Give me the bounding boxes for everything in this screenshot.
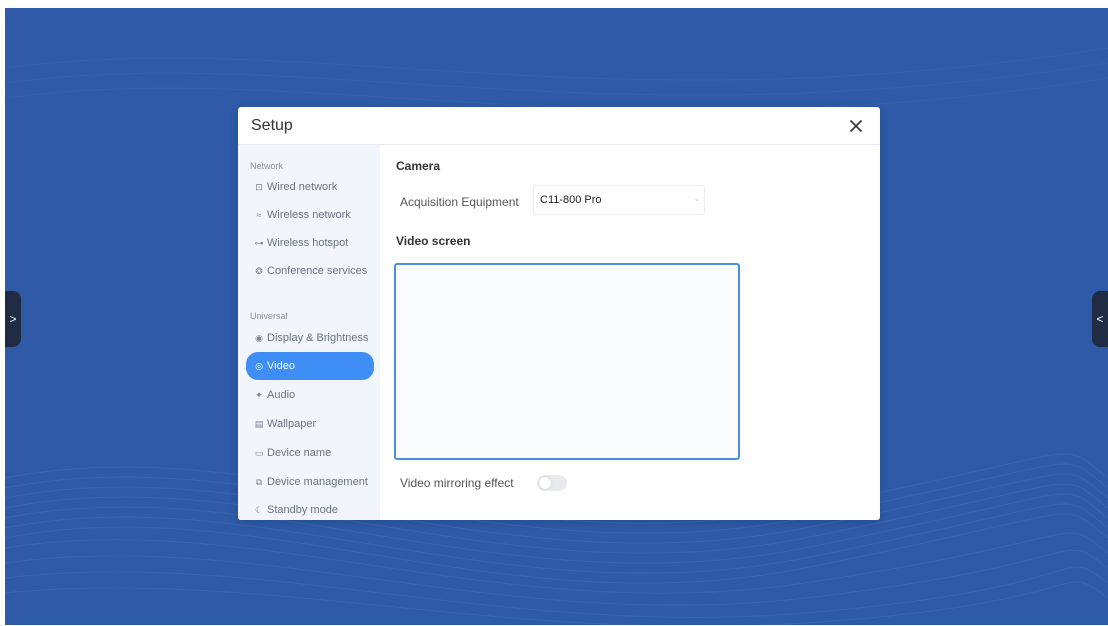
left-panel-toggle[interactable]: > — [5, 291, 21, 347]
dropdown-arrow-icon: ⌄ — [693, 194, 700, 203]
chevron-right-icon: > — [9, 312, 17, 326]
dialog-header: Setup — [238, 107, 880, 145]
display-brightness-icon: ◉ — [255, 332, 263, 343]
audio-icon: ✦ — [255, 389, 263, 400]
acquisition-equipment-value: C11-800 Pro — [540, 194, 602, 206]
video-mirroring-label: Video mirroring effect — [400, 476, 514, 490]
device-management-icon: ⧉ — [255, 476, 263, 487]
sidebar-item-label: Wireless network — [267, 209, 351, 221]
setup-dialog: Setup Network ⊡ Wired network ≈ Wireless… — [238, 107, 880, 520]
device-name-icon: ▭ — [254, 447, 264, 458]
sidebar-item-label: Wireless hotspot — [267, 237, 349, 249]
close-button[interactable] — [844, 114, 868, 138]
sidebar-item-wireless-hotspot[interactable]: ⊶ Wireless hotspot — [246, 231, 374, 255]
sidebar-group-network: Network — [250, 161, 284, 171]
hotspot-icon: ⊶ — [254, 237, 264, 248]
camera-section-title: Camera — [396, 159, 441, 173]
sidebar-item-label: Conference services — [267, 265, 368, 277]
video-screen-section-title: Video screen — [396, 234, 471, 248]
video-icon: ◎ — [255, 360, 263, 371]
sidebar-item-label: Video — [267, 360, 295, 372]
sidebar-item-device-name[interactable]: ▭ Device name — [246, 441, 374, 465]
wired-network-icon: ⊡ — [255, 181, 263, 192]
sidebar-group-universal: Universal — [250, 311, 288, 321]
sidebar-item-label: Wallpaper — [267, 418, 317, 430]
wifi-icon: ≈ — [256, 210, 262, 220]
sidebar-item-wallpaper[interactable]: ▤ Wallpaper — [246, 412, 374, 436]
settings-content: Camera Acquisition Equipment C11-800 Pro… — [380, 145, 880, 520]
sidebar-item-audio[interactable]: ✦ Audio — [246, 383, 374, 407]
sidebar-item-standby-mode[interactable]: ☾ Standby mode — [246, 498, 374, 520]
sidebar-item-conference-services[interactable]: ❂ Conference services — [246, 259, 374, 283]
sidebar-item-wireless-network[interactable]: ≈ Wireless network — [246, 203, 374, 227]
sidebar-item-label: Audio — [267, 389, 296, 401]
sidebar-item-device-management[interactable]: ⧉ Device management — [246, 470, 374, 494]
desktop-background: > < Setup Network ⊡ Wired network ≈ Wire… — [5, 8, 1108, 625]
sidebar-item-label: Wired network — [267, 181, 338, 193]
wallpaper-icon: ▤ — [254, 418, 264, 429]
acquisition-equipment-label: Acquisition Equipment — [400, 195, 519, 209]
chevron-left-icon: < — [1096, 312, 1104, 326]
acquisition-equipment-select[interactable]: C11-800 Pro ⌄ — [533, 185, 705, 215]
screen: > < Setup Network ⊡ Wired network ≈ Wire… — [0, 0, 1108, 626]
sidebar-item-wired-network[interactable]: ⊡ Wired network — [246, 175, 374, 199]
dialog-title: Setup — [251, 117, 293, 134]
sidebar-item-label: Display & Brightness — [267, 332, 369, 344]
sidebar-item-label: Standby mode — [267, 504, 338, 516]
close-icon — [850, 120, 862, 132]
conference-services-icon: ❂ — [255, 265, 263, 276]
sidebar-item-video[interactable]: ◎ Video — [246, 352, 374, 380]
sidebar-item-display-brightness[interactable]: ◉ Display & Brightness — [246, 326, 374, 350]
video-mirroring-toggle[interactable] — [537, 475, 567, 491]
sidebar-item-label: Device management — [267, 476, 368, 488]
sidebar-item-label: Device name — [267, 447, 332, 459]
video-preview — [394, 263, 740, 460]
toggle-knob — [539, 477, 551, 489]
right-panel-toggle[interactable]: < — [1092, 291, 1108, 347]
settings-sidebar: Network ⊡ Wired network ≈ Wireless netwo… — [238, 145, 380, 520]
standby-mode-icon: ☾ — [254, 504, 264, 515]
